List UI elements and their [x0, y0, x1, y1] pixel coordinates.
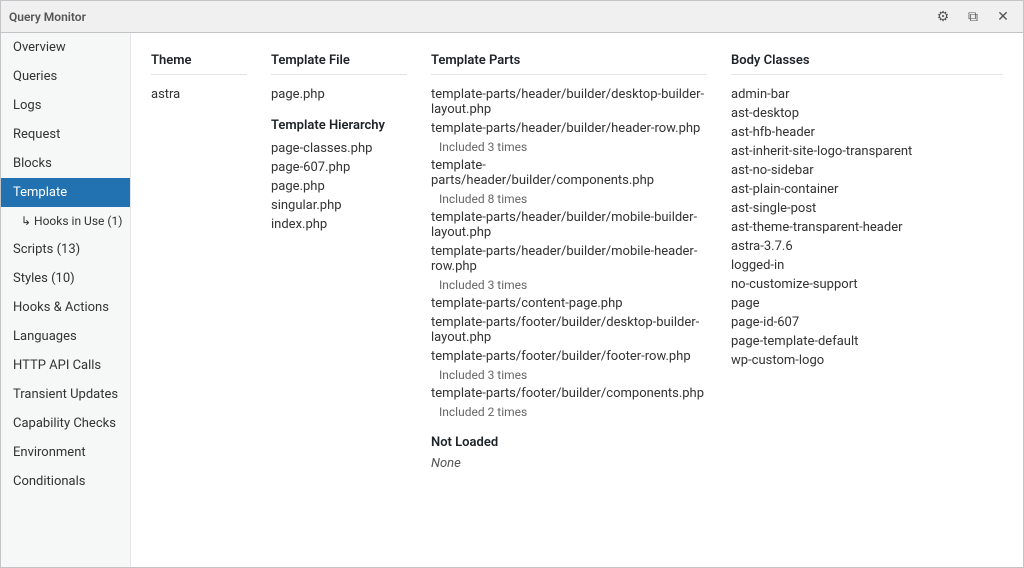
body-class-item: ast-single-post [731, 201, 1003, 216]
body-class-item: wp-custom-logo [731, 353, 1003, 368]
sidebar-item[interactable]: Logs [1, 91, 130, 120]
template-part-file: template-parts/header/builder/components… [431, 158, 707, 188]
expand-button[interactable]: ⧉ [961, 5, 985, 29]
template-part-file: template-parts/header/builder/desktop-bu… [431, 87, 707, 117]
sidebar-item[interactable]: Transient Updates [1, 380, 130, 409]
sidebar: OverviewQueriesLogsRequestBlocksTemplate… [1, 33, 131, 567]
body-classes-header: Body Classes [731, 53, 1003, 75]
sidebar-item[interactable]: Template [1, 178, 130, 207]
body-class-item: logged-in [731, 258, 1003, 273]
not-loaded-label: Not Loaded [431, 435, 707, 450]
not-loaded-value: None [431, 456, 707, 471]
template-part-file: template-parts/content-page.php [431, 296, 707, 311]
template-file-header: Template File [271, 53, 407, 75]
template-hierarchy-title: Template Hierarchy [271, 118, 407, 133]
settings-button[interactable]: ⚙ [931, 5, 955, 29]
sidebar-item[interactable]: Request [1, 120, 130, 149]
template-part-file: template-parts/footer/builder/desktop-bu… [431, 315, 707, 345]
body-class-item: ast-inherit-site-logo-transparent [731, 144, 1003, 159]
template-part-included: Included 3 times [431, 368, 707, 382]
template-part-file: template-parts/footer/builder/components… [431, 386, 707, 401]
hierarchy-item: index.php [271, 217, 407, 232]
template-part-included: Included 3 times [431, 278, 707, 292]
template-part-included: Included 8 times [431, 192, 707, 206]
query-monitor-window: Query Monitor ⚙ ⧉ ✕ OverviewQueriesLogsR… [0, 0, 1024, 568]
body-class-item: page-id-607 [731, 315, 1003, 330]
template-part-included: Included 2 times [431, 405, 707, 419]
window-title: Query Monitor [9, 10, 86, 24]
sidebar-item[interactable]: Hooks & Actions [1, 293, 130, 322]
sidebar-item[interactable]: Overview [1, 33, 130, 62]
sidebar-item[interactable]: ↳ Hooks in Use (1) [1, 207, 130, 235]
theme-header: Theme [151, 53, 247, 75]
body-class-item: ast-desktop [731, 106, 1003, 121]
sidebar-item[interactable]: Queries [1, 62, 130, 91]
template-part-file: template-parts/header/builder/header-row… [431, 121, 707, 136]
body-class-item: ast-theme-transparent-header [731, 220, 1003, 235]
body-class-item: page [731, 296, 1003, 311]
template-part-file: template-parts/header/builder/mobile-bui… [431, 210, 707, 240]
titlebar-controls: ⚙ ⧉ ✕ [931, 5, 1015, 29]
sidebar-item[interactable]: Languages [1, 322, 130, 351]
sidebar-item[interactable]: Scripts (13) [1, 235, 130, 264]
sidebar-item[interactable]: Conditionals [1, 467, 130, 496]
hierarchy-item: page-607.php [271, 160, 407, 175]
template-file-column: Template File page.php Template Hierarch… [271, 53, 431, 471]
hierarchy-item: page-classes.php [271, 141, 407, 156]
template-part-file: template-parts/footer/builder/footer-row… [431, 349, 707, 364]
columns-container: Theme astra Template File page.php Templ… [151, 53, 1003, 471]
hierarchy-item: singular.php [271, 198, 407, 213]
sidebar-item[interactable]: Environment [1, 438, 130, 467]
template-part-included: Included 3 times [431, 140, 707, 154]
body-class-item: astra-3.7.6 [731, 239, 1003, 254]
body-class-items: admin-bar ast-desktop ast-hfb-header ast-in… [731, 87, 1003, 368]
sidebar-item[interactable]: HTTP API Calls [1, 351, 130, 380]
template-parts-column: Template Parts template-parts/header/bui… [431, 53, 731, 471]
body-class-item: admin-bar [731, 87, 1003, 102]
hierarchy-items: page-classes.php page-607.php page.php sing… [271, 141, 407, 232]
titlebar: Query Monitor ⚙ ⧉ ✕ [1, 1, 1023, 33]
close-button[interactable]: ✕ [991, 5, 1015, 29]
template-parts-header: Template Parts [431, 53, 707, 75]
body-class-item: page-template-default [731, 334, 1003, 349]
body-class-item: ast-hfb-header [731, 125, 1003, 140]
template-parts-items: template-parts/header/builder/desktop-bu… [431, 87, 707, 419]
body-class-item: no-customize-support [731, 277, 1003, 292]
body-classes-column: Body Classes admin-bar ast-desktop ast-hfb… [731, 53, 1003, 471]
sidebar-item[interactable]: Styles (10) [1, 264, 130, 293]
content-area: OverviewQueriesLogsRequestBlocksTemplate… [1, 33, 1023, 567]
sidebar-item[interactable]: Blocks [1, 149, 130, 178]
body-class-item: ast-plain-container [731, 182, 1003, 197]
template-file-value: page.php [271, 87, 407, 102]
theme-column: Theme astra [151, 53, 271, 471]
theme-value: astra [151, 87, 247, 102]
template-part-file: template-parts/header/builder/mobile-hea… [431, 244, 707, 274]
sidebar-item[interactable]: Capability Checks [1, 409, 130, 438]
body-class-item: ast-no-sidebar [731, 163, 1003, 178]
hierarchy-item: page.php [271, 179, 407, 194]
main-content: Theme astra Template File page.php Templ… [131, 33, 1023, 567]
